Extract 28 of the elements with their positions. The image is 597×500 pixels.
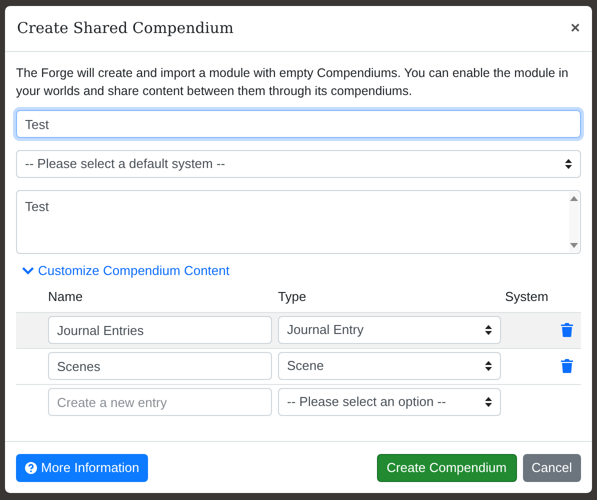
cancel-button[interactable]: Cancel (522, 454, 581, 482)
entry-name-field[interactable]: Journal Entries (48, 316, 272, 344)
system-select[interactable]: -- Please select a default system -- (16, 150, 581, 178)
customize-link[interactable]: Customize Compendium Content (22, 261, 581, 280)
scrollbar-drawing[interactable] (569, 192, 579, 252)
column-header: Name (48, 288, 84, 306)
chevron-icon (22, 265, 34, 276)
entry-name-field[interactable]: Scenes (48, 352, 272, 380)
question-icon (25, 462, 37, 474)
create-compendium-button[interactable]: Create Compendium (376, 454, 517, 482)
description-field[interactable]: Test (16, 190, 581, 254)
column-header: System (505, 288, 550, 306)
description-text: The Forge will create and import a module with empty Compendiums. You can enable the module in your worlds and share content between them through its compendiums. (16, 65, 570, 100)
select-arrows-icon (565, 159, 572, 169)
new-entry-field[interactable]: Create a new entry (48, 388, 272, 416)
name-field[interactable]: Test (16, 110, 581, 138)
column-header: Type (278, 288, 308, 306)
trash-icon[interactable] (561, 359, 573, 373)
trash-icon[interactable] (561, 323, 573, 337)
more-information-button[interactable]: More Information (16, 454, 148, 482)
close-button[interactable]: × (570, 16, 580, 40)
type-select[interactable]: -- Please select an option -- (278, 388, 501, 416)
select-arrows-icon (485, 325, 492, 335)
select-arrows-icon (485, 361, 492, 371)
dialog-title: Create Shared Compendium (17, 18, 234, 40)
type-select[interactable]: Journal Entry (278, 316, 501, 344)
select-arrows-icon (485, 397, 492, 407)
type-select[interactable]: Scene (278, 352, 501, 380)
